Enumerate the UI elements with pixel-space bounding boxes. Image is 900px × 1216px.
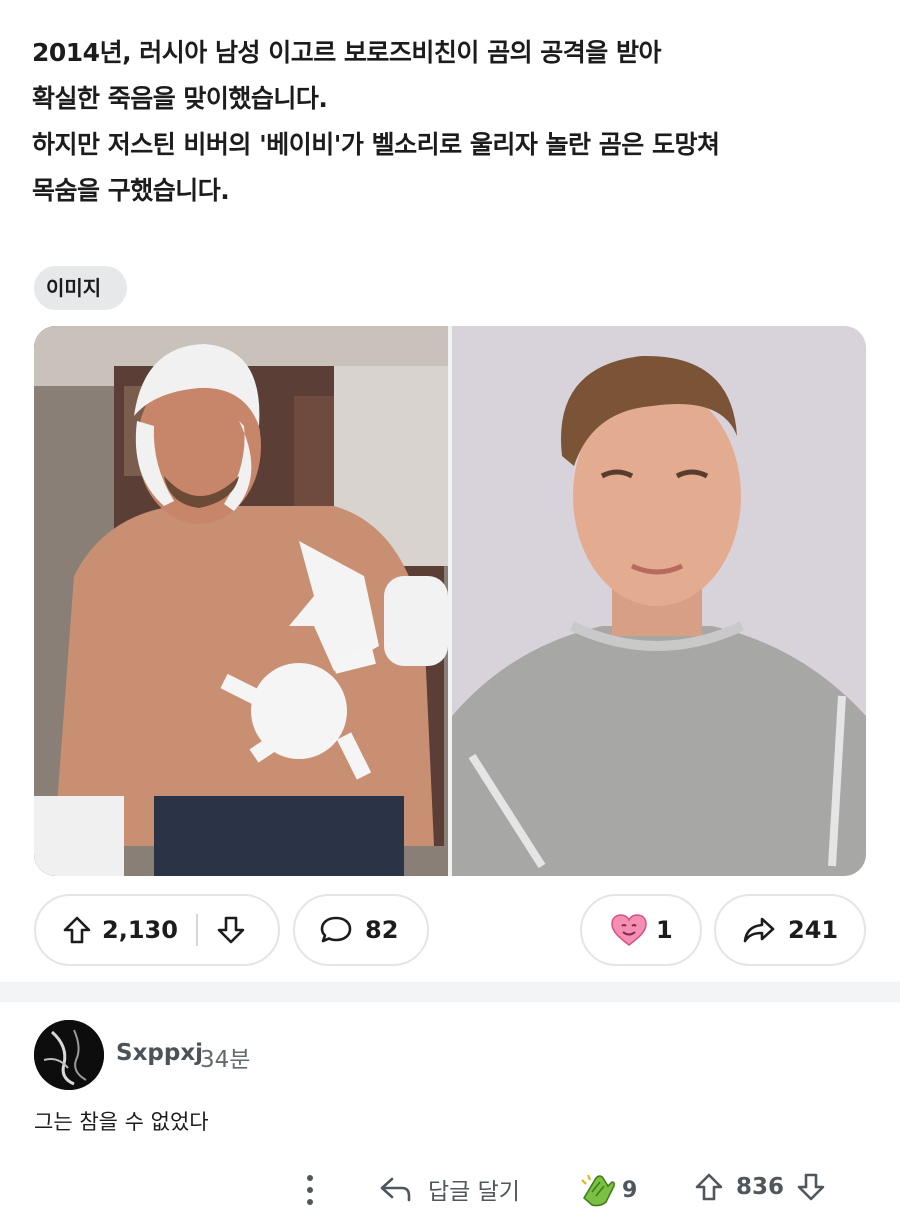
comment-item: Sxppxj 34분 그는 참을 수 없었다 답글 달기 9 836 [0, 1002, 900, 1216]
share-count: 241 [788, 916, 839, 944]
comment-award[interactable]: 9 [578, 1172, 637, 1208]
section-separator [0, 982, 900, 1002]
comment-award-count: 9 [622, 1177, 638, 1203]
post-action-bar: 2,130 82 1 241 [0, 894, 900, 966]
upvote-arrow-icon[interactable] [694, 1172, 724, 1202]
comment-text: 그는 참을 수 없었다 [34, 1110, 209, 1134]
upvote-count: 2,130 [102, 916, 178, 944]
share-arrow-icon [742, 915, 776, 945]
share-button[interactable]: 241 [714, 894, 866, 966]
more-options-icon[interactable] [296, 1172, 324, 1208]
award-button[interactable]: 1 [580, 894, 702, 966]
post-line: 목숨을 구했습니다. [32, 176, 230, 205]
bandaged-man-photo [34, 326, 448, 876]
clapping-hands-icon [578, 1172, 618, 1208]
comment-timestamp: 34분 [200, 1047, 251, 1073]
post-line: 확실한 죽음을 맞이했습니다. [32, 84, 328, 113]
comment-actions: 답글 달기 9 836 [0, 1166, 900, 1216]
singer-portrait-photo [452, 326, 866, 876]
post-body: 2014년, 러시아 남성 이고르 보로즈비친이 곰의 공격을 받아 확실한 죽… [32, 30, 872, 214]
award-count: 1 [656, 916, 673, 944]
avatar[interactable] [34, 1020, 104, 1090]
comments-button[interactable]: 82 [293, 894, 429, 966]
reply-button[interactable]: 답글 달기 [378, 1172, 520, 1206]
reply-label: 답글 달기 [428, 1179, 520, 1205]
comment-count: 82 [365, 916, 399, 944]
comment-bubble-icon [319, 914, 353, 946]
post-image-gallery[interactable] [34, 326, 866, 876]
comment-vote-count: 836 [736, 1174, 785, 1200]
vote-divider [195, 914, 198, 946]
upvote-arrow-icon[interactable] [62, 915, 92, 945]
reply-arrow-icon [378, 1174, 412, 1204]
vote-control: 2,130 [34, 894, 280, 966]
comment-username[interactable]: Sxppxj [116, 1040, 203, 1066]
image-tag-chip[interactable]: 이미지 [34, 266, 128, 310]
comment-vote-control: 836 [694, 1172, 826, 1202]
post-line: 2014년, 러시아 남성 이고르 보로즈비친이 곰의 공격을 받아 [32, 38, 662, 67]
smiling-heart-icon [610, 913, 648, 947]
downvote-arrow-icon[interactable] [216, 915, 246, 945]
downvote-arrow-icon[interactable] [796, 1172, 826, 1202]
post-line: 하지만 저스틴 비버의 '베이비'가 벨소리로 울리자 놀란 곰은 도망쳐 [32, 130, 720, 159]
